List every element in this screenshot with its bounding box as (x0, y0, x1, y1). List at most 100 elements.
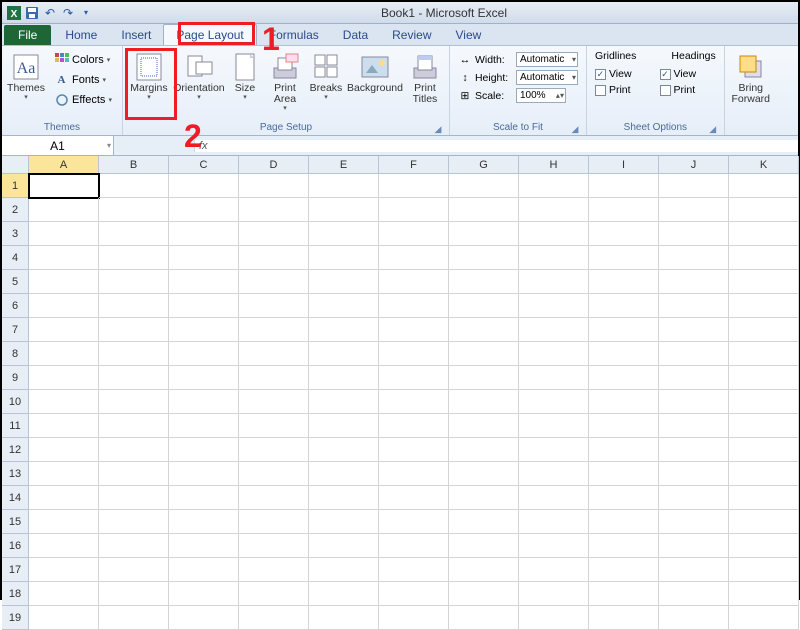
cell[interactable] (239, 486, 309, 510)
cell[interactable] (29, 558, 99, 582)
cell[interactable] (449, 606, 519, 630)
cell[interactable] (589, 606, 659, 630)
cell[interactable] (449, 342, 519, 366)
cell[interactable] (589, 246, 659, 270)
row-header[interactable]: 6 (2, 294, 29, 318)
cell[interactable] (379, 294, 449, 318)
cell[interactable] (239, 414, 309, 438)
cell[interactable] (729, 222, 799, 246)
cell[interactable] (29, 414, 99, 438)
cell[interactable] (589, 486, 659, 510)
cell[interactable] (169, 294, 239, 318)
gridlines-print-checkbox[interactable]: Print (593, 84, 634, 96)
cell[interactable] (239, 390, 309, 414)
cell[interactable] (729, 174, 799, 198)
cell[interactable] (519, 558, 589, 582)
orientation-button[interactable]: Orientation▾ (173, 48, 225, 104)
cell[interactable] (379, 246, 449, 270)
cell[interactable] (449, 582, 519, 606)
row-header[interactable]: 7 (2, 318, 29, 342)
tab-insert[interactable]: Insert (109, 25, 163, 45)
cell[interactable] (309, 366, 379, 390)
cell[interactable] (169, 246, 239, 270)
cell[interactable] (449, 198, 519, 222)
cell[interactable] (589, 318, 659, 342)
row-header[interactable]: 4 (2, 246, 29, 270)
cell[interactable] (29, 318, 99, 342)
cell[interactable] (29, 342, 99, 366)
cell[interactable] (449, 270, 519, 294)
cell[interactable] (29, 366, 99, 390)
cell[interactable] (729, 270, 799, 294)
column-header[interactable]: G (449, 156, 519, 174)
cell[interactable] (449, 294, 519, 318)
cell[interactable] (519, 606, 589, 630)
column-header[interactable]: E (309, 156, 379, 174)
cell[interactable] (309, 246, 379, 270)
cell[interactable] (589, 174, 659, 198)
cell[interactable] (589, 438, 659, 462)
tab-formulas[interactable]: Formulas (257, 25, 331, 45)
margins-button[interactable]: Margins▾ (127, 48, 171, 104)
cell[interactable] (309, 342, 379, 366)
cell[interactable] (729, 198, 799, 222)
row-header[interactable]: 15 (2, 510, 29, 534)
row-header[interactable]: 10 (2, 390, 29, 414)
cell[interactable] (659, 222, 729, 246)
headings-print-checkbox[interactable]: Print (658, 84, 699, 96)
breaks-button[interactable]: Breaks▾ (307, 48, 345, 104)
cell[interactable] (99, 294, 169, 318)
cell[interactable] (239, 366, 309, 390)
cell[interactable] (589, 222, 659, 246)
qat-dropdown-icon[interactable]: ▾ (78, 5, 94, 21)
row-header[interactable]: 1 (2, 174, 29, 198)
cell[interactable] (379, 582, 449, 606)
cell[interactable] (519, 582, 589, 606)
cell[interactable] (309, 270, 379, 294)
row-header[interactable]: 19 (2, 606, 29, 630)
cell[interactable] (239, 198, 309, 222)
row-header[interactable]: 8 (2, 342, 29, 366)
tab-home[interactable]: Home (53, 25, 109, 45)
cell[interactable] (519, 414, 589, 438)
bring-forward-button[interactable]: Bring Forward (729, 48, 773, 108)
cell[interactable] (659, 606, 729, 630)
row-header[interactable]: 16 (2, 534, 29, 558)
cell[interactable] (659, 294, 729, 318)
cell[interactable] (309, 438, 379, 462)
column-header[interactable]: F (379, 156, 449, 174)
cell[interactable] (239, 222, 309, 246)
cell[interactable] (309, 486, 379, 510)
cell[interactable] (379, 222, 449, 246)
cell[interactable] (589, 342, 659, 366)
size-button[interactable]: Size▾ (227, 48, 263, 104)
cell[interactable] (379, 558, 449, 582)
cell[interactable] (29, 270, 99, 294)
row-header[interactable]: 14 (2, 486, 29, 510)
cell[interactable] (169, 174, 239, 198)
cell[interactable] (29, 390, 99, 414)
row-header[interactable]: 11 (2, 414, 29, 438)
cell[interactable] (99, 414, 169, 438)
cell[interactable] (379, 486, 449, 510)
cell[interactable] (309, 558, 379, 582)
cell[interactable] (449, 558, 519, 582)
cell[interactable] (169, 270, 239, 294)
cell[interactable] (29, 462, 99, 486)
cell[interactable] (169, 318, 239, 342)
cell[interactable] (29, 534, 99, 558)
cell[interactable] (379, 366, 449, 390)
cell[interactable] (99, 558, 169, 582)
cell[interactable] (659, 438, 729, 462)
cell[interactable] (729, 510, 799, 534)
cell[interactable] (519, 270, 589, 294)
cell[interactable] (519, 438, 589, 462)
cell[interactable] (519, 462, 589, 486)
cell[interactable] (99, 174, 169, 198)
cell[interactable] (449, 462, 519, 486)
cell[interactable] (169, 342, 239, 366)
cell[interactable] (449, 222, 519, 246)
cell[interactable] (99, 318, 169, 342)
cell[interactable] (379, 438, 449, 462)
cell[interactable] (309, 174, 379, 198)
